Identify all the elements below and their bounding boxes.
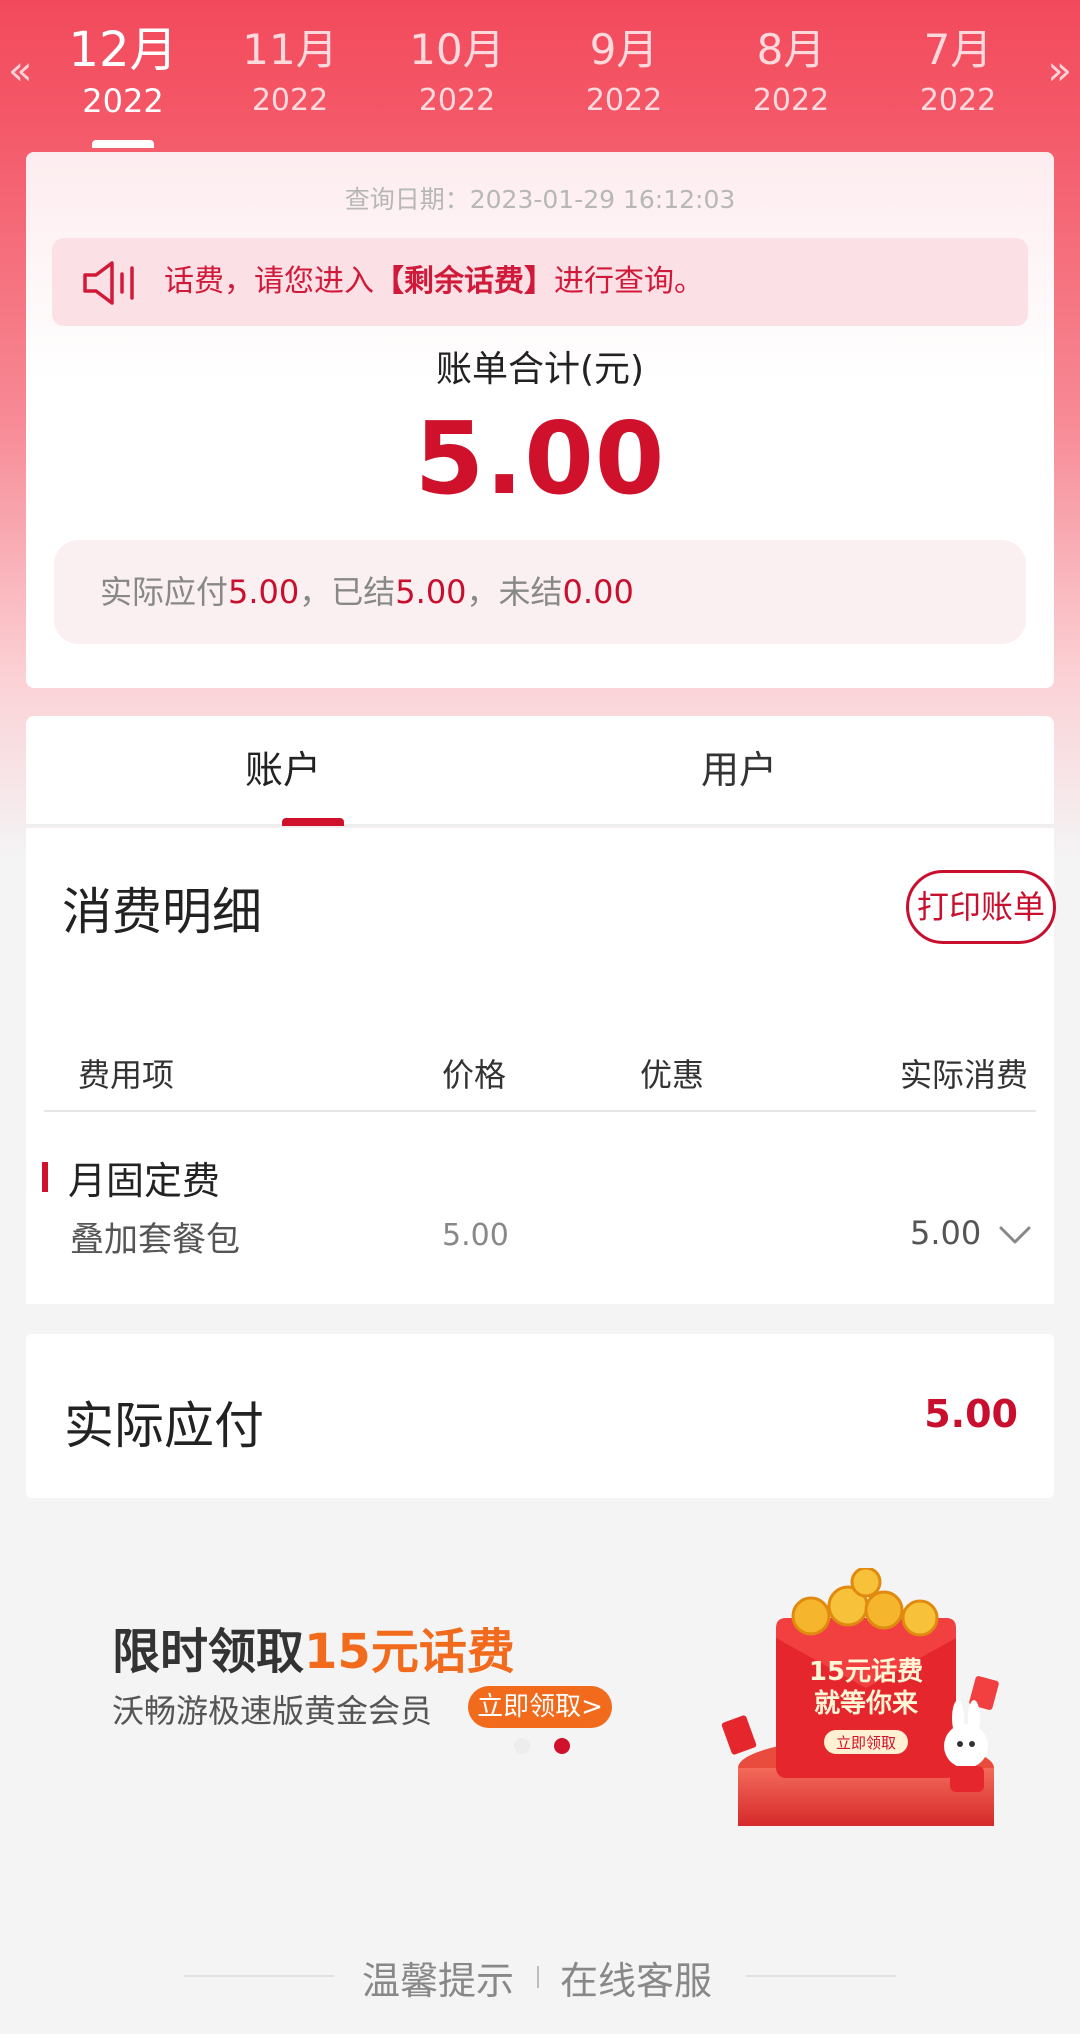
column-header-actual: 实际消费: [900, 1056, 1029, 1094]
column-header-price: 价格: [442, 1056, 507, 1094]
banner-title-highlight: 15元话费: [304, 1624, 515, 1680]
column-header-item: 费用项: [78, 1056, 175, 1094]
month-tab-8[interactable]: 8月 2022: [716, 20, 866, 122]
year-label: 2022: [752, 83, 830, 118]
notice-suffix: 进行查询。: [554, 264, 704, 299]
month-active-indicator: [92, 140, 154, 148]
month-tab-7[interactable]: 7月 2022: [883, 20, 1033, 122]
settle-value-payable: 5.00: [228, 573, 300, 611]
month-label: 7月: [923, 25, 993, 74]
settlement-summary: 实际应付5.00，已结5.00，未结0.00: [54, 540, 1026, 644]
banner-art-line1: 15元话费: [809, 1657, 923, 1687]
row-price: 5.00: [442, 1218, 509, 1253]
settle-label-settled: ，已结: [299, 573, 396, 611]
column-header-discount: 优惠: [640, 1056, 705, 1094]
group-marker: [42, 1162, 48, 1192]
banner-subtitle: 沃畅游极速版黄金会员: [112, 1692, 433, 1730]
footer-divider-left: [184, 1975, 334, 1977]
month-label: 10月: [409, 25, 505, 74]
month-tab-11[interactable]: 11月 2022: [215, 20, 365, 122]
year-label: 2022: [585, 83, 663, 118]
settle-value-settled: 5.00: [395, 573, 467, 611]
footer-divider-right: [746, 1975, 896, 1977]
month-label: 9月: [589, 25, 659, 74]
notice-text: 话费，请您进入【剩余话费】进行查询。: [164, 238, 704, 326]
month-label: 11月: [242, 25, 338, 74]
month-label: 8月: [756, 25, 826, 74]
tab-user[interactable]: 用户: [482, 716, 996, 824]
carousel-dot-active[interactable]: [554, 1738, 570, 1754]
table-divider: [44, 1110, 1036, 1112]
footer-links: 温馨提示 在线客服: [0, 1940, 1080, 2010]
row-item-name: 叠加套餐包: [70, 1220, 240, 1260]
chevron-double-left-icon[interactable]: «: [8, 48, 32, 94]
consumption-detail-section: 消费明细 打印账单 费用项 价格 优惠 实际消费 月固定费 叠加套餐包 5.00…: [26, 828, 1056, 1304]
footer-tips-link[interactable]: 温馨提示: [362, 1950, 514, 2005]
speaker-icon: [83, 261, 134, 305]
section-title: 消费明细: [62, 883, 262, 941]
group-label: 月固定费: [68, 1159, 221, 1203]
settle-value-unsettled: 0.00: [562, 573, 634, 611]
banner-art-line2: 就等你来: [814, 1688, 919, 1719]
footer-separator: [537, 1966, 539, 1988]
notice-marquee[interactable]: 话费，请您进入【剩余话费】进行查询。: [52, 238, 1028, 326]
carousel-dot[interactable]: [514, 1738, 530, 1754]
notice-prefix: 话费，请您进入: [164, 264, 374, 299]
year-label: 2022: [82, 82, 164, 120]
notice-link-remaining-balance[interactable]: 【剩余话费】: [374, 264, 554, 299]
year-label: 2022: [251, 83, 329, 118]
footer-online-service-link[interactable]: 在线客服: [560, 1950, 712, 2005]
payable-amount: 5.00: [924, 1392, 1018, 1436]
banner-claim-button[interactable]: 立即领取>: [468, 1686, 612, 1728]
actual-payable-card: 实际应付 5.00: [26, 1334, 1054, 1498]
month-tab-9[interactable]: 9月 2022: [549, 20, 699, 122]
month-label: 12月: [68, 22, 178, 78]
year-label: 2022: [418, 83, 496, 118]
chevron-double-right-icon[interactable]: »: [1048, 48, 1072, 94]
payable-label: 实际应付: [64, 1397, 264, 1455]
banner-art-button: 立即领取: [836, 1734, 896, 1752]
month-selector: « 12月 2022 11月 2022 10月 2022 9月 2022 8月 …: [0, 0, 1080, 150]
settle-label-payable: 实际应付: [100, 573, 229, 611]
bill-total-amount: 5.00: [414, 400, 666, 517]
query-date: 查询日期：2023-01-29 16:12:03: [344, 185, 736, 214]
banner-title: 限时领取15元话费: [112, 1612, 515, 1682]
banner-title-main: 限时领取: [112, 1624, 305, 1680]
month-tab-10[interactable]: 10月 2022: [382, 20, 532, 122]
account-user-tabs: 账户 用户: [26, 716, 1054, 826]
year-label: 2022: [919, 83, 997, 118]
print-bill-button[interactable]: 打印账单: [906, 870, 1056, 944]
tab-active-indicator: [282, 818, 344, 826]
tab-account[interactable]: 账户: [26, 716, 540, 824]
bill-total-label: 账单合计(元): [435, 349, 645, 390]
month-tab-12[interactable]: 12月 2022: [48, 20, 198, 122]
chevron-down-icon[interactable]: [998, 1224, 1032, 1246]
bill-summary-card: 查询日期：2023-01-29 16:12:03 话费，请您进入【剩余话费】进行…: [26, 152, 1054, 688]
row-actual: 5.00: [910, 1214, 982, 1252]
promo-banner[interactable]: 限时领取15元话费 沃畅游极速版黄金会员 立即领取> 15元话费 就等你来 立即…: [26, 1530, 1054, 1826]
red-envelope-promo-image: 15元话费 就等你来 立即领取: [721, 1568, 999, 1826]
settle-label-unsettled: ，未结: [466, 573, 563, 611]
